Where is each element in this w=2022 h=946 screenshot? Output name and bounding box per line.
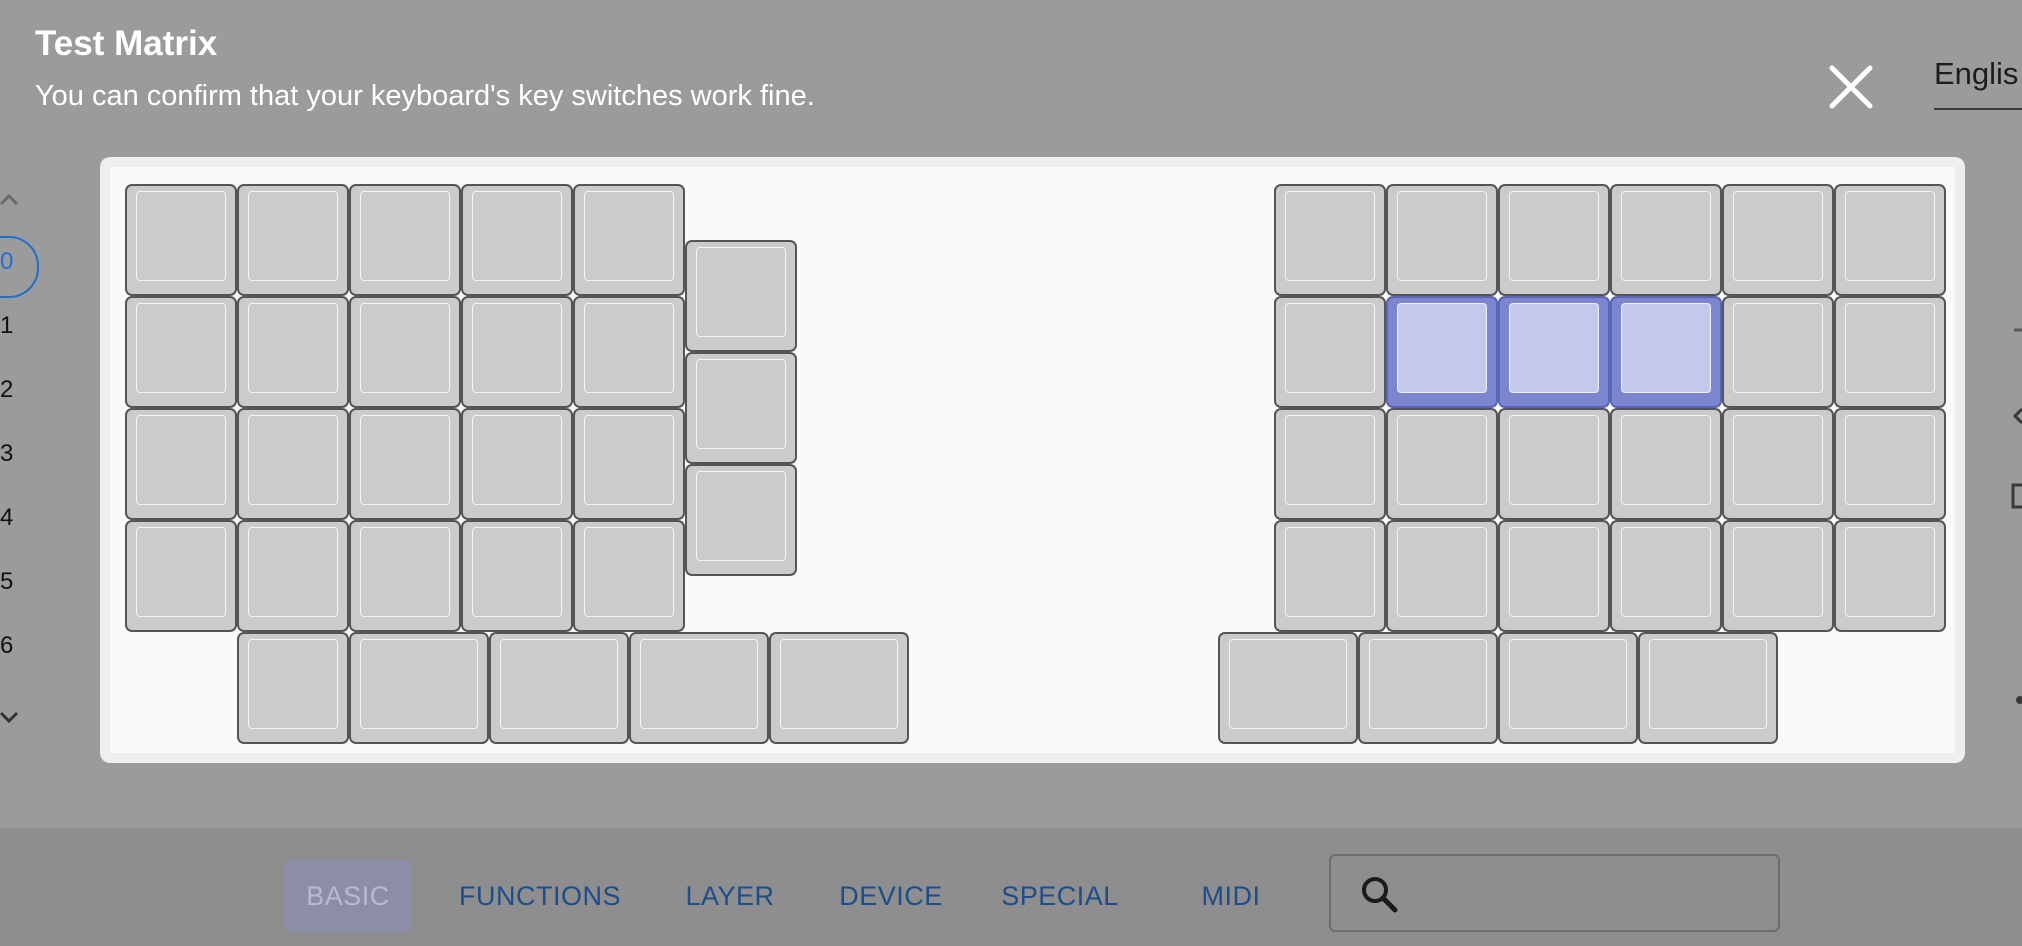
chevron-down-icon [0,711,19,724]
toolbar-icon-4[interactable] [2008,690,2022,710]
key[interactable] [349,296,461,408]
key[interactable] [349,184,461,296]
key[interactable] [1498,408,1610,520]
toolbar-icon-2[interactable] [2008,406,2022,426]
key[interactable] [237,184,349,296]
layer-item-0[interactable]: 0 [0,248,20,276]
layer-up-button[interactable] [0,190,20,210]
key[interactable] [1834,184,1946,296]
key[interactable] [1722,408,1834,520]
key[interactable] [461,520,573,632]
key[interactable] [573,520,685,632]
keycode-search [1329,854,1780,932]
key[interactable] [629,632,769,744]
key[interactable] [685,352,797,464]
key[interactable] [573,296,685,408]
chevron-up-icon [0,193,19,206]
tab-device[interactable]: DEVICE [830,860,952,932]
toolbar-icon-3[interactable] [2008,482,2022,509]
dialog-title: Test Matrix [35,24,218,63]
layer-item-2[interactable]: 2 [0,376,20,404]
key[interactable] [1638,632,1778,744]
key[interactable] [1610,408,1722,520]
key[interactable] [237,408,349,520]
tab-midi[interactable]: MIDI [1190,860,1272,932]
key[interactable] [1722,184,1834,296]
key[interactable] [349,520,461,632]
key[interactable] [237,520,349,632]
key[interactable] [1274,520,1386,632]
key[interactable] [461,296,573,408]
layer-item-3[interactable]: 3 [0,440,20,468]
key[interactable] [1610,520,1722,632]
layer-item-4[interactable]: 4 [0,504,20,532]
key[interactable] [237,632,349,744]
key[interactable] [125,296,237,408]
language-select[interactable]: Englis [1934,56,2022,110]
key[interactable] [1498,184,1610,296]
key-pressed[interactable] [1386,296,1498,408]
layer-item-5[interactable]: 5 [0,568,20,596]
toolbar-icon-1[interactable] [2008,320,2022,340]
key[interactable] [1722,296,1834,408]
key[interactable] [1834,520,1946,632]
key[interactable] [1498,520,1610,632]
key[interactable] [489,632,629,744]
key[interactable] [237,296,349,408]
key[interactable] [1386,520,1498,632]
tab-functions[interactable]: FUNCTIONS [445,860,635,932]
close-button[interactable] [1826,62,1876,112]
search-icon [1362,877,1398,913]
key[interactable] [461,408,573,520]
key[interactable] [461,184,573,296]
key[interactable] [349,632,489,744]
key[interactable] [125,520,237,632]
close-icon [1829,65,1873,109]
key[interactable] [1274,296,1386,408]
key[interactable] [1722,520,1834,632]
key[interactable] [1834,296,1946,408]
key[interactable] [1386,408,1498,520]
key[interactable] [125,184,237,296]
test-matrix-dialog: Test Matrix You can confirm that your ke… [0,0,2022,946]
key[interactable] [769,632,909,744]
key-pressed[interactable] [1610,296,1722,408]
key[interactable] [1358,632,1498,744]
tab-basic[interactable]: BASIC [284,860,412,932]
key[interactable] [573,408,685,520]
keyboard-panel [100,157,1965,763]
dialog-subtitle: You can confirm that your keyboard's key… [35,80,815,112]
layer-item-1[interactable]: 1 [0,312,20,340]
key[interactable] [1274,408,1386,520]
key-pressed[interactable] [1498,296,1610,408]
key[interactable] [1834,408,1946,520]
key[interactable] [1610,184,1722,296]
key[interactable] [1498,632,1638,744]
key[interactable] [1218,632,1358,744]
tab-layer[interactable]: LAYER [670,860,790,932]
key[interactable] [125,408,237,520]
tab-special[interactable]: SPECIAL [995,860,1125,932]
layer-down-button[interactable] [0,707,20,727]
key[interactable] [1274,184,1386,296]
key[interactable] [573,184,685,296]
search-input[interactable] [1411,866,1765,922]
key[interactable] [685,240,797,352]
keyboard-matrix [110,167,1955,753]
key[interactable] [349,408,461,520]
key[interactable] [1386,184,1498,296]
key[interactable] [685,464,797,576]
layer-item-6[interactable]: 6 [0,632,20,660]
